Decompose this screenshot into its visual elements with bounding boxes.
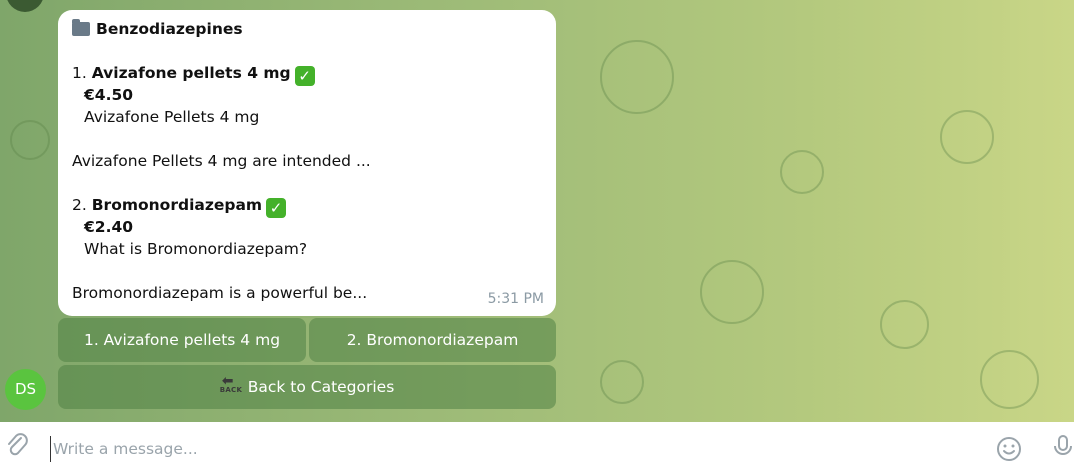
message-bubble[interactable]: Benzodiazepines 1. Avizafone pellets 4 m…: [58, 10, 556, 316]
check-mark-icon: ✓: [266, 198, 287, 218]
item-title-line: 1. Avizafone pellets 4 mg ✓: [72, 62, 542, 86]
keyboard-button-label: 2. Bromonordiazepam: [346, 331, 519, 349]
item-number: 2.: [72, 196, 87, 214]
item-subtitle: Avizafone Pellets 4 mg: [84, 108, 260, 126]
check-mark-icon: ✓: [294, 66, 315, 86]
chat-area[interactable]: Benzodiazepines 1. Avizafone pellets 4 m…: [0, 0, 1074, 422]
background-doodle: [10, 120, 50, 160]
item-price: €4.50: [84, 86, 134, 104]
item-name: Avizafone pellets 4 mg: [91, 64, 291, 82]
back-arrow-icon: ⬅ BACK: [219, 373, 243, 394]
message-composer: [0, 422, 1074, 462]
background-doodle: [700, 260, 764, 324]
back-to-categories-button[interactable]: ⬅ BACK Back to Categories: [58, 365, 556, 409]
back-button-label: Back to Categories: [247, 378, 395, 396]
keyboard-button-avizafone[interactable]: 1. Avizafone pellets 4 mg: [58, 318, 306, 362]
message-input[interactable]: [50, 436, 953, 462]
item-description: Avizafone Pellets 4 mg are intended ...: [72, 152, 371, 170]
paperclip-icon[interactable]: [6, 432, 28, 458]
keyboard-button-label: 1. Avizafone pellets 4 mg: [83, 331, 281, 349]
background-doodle: [600, 40, 674, 114]
folder-icon: [72, 19, 90, 36]
background-doodle: [600, 360, 644, 404]
background-doodle: [980, 350, 1039, 409]
item-name: Bromonordiazepam: [91, 196, 263, 214]
background-doodle: [880, 300, 929, 349]
category-heading: Benzodiazepines: [72, 18, 542, 40]
background-doodle: [940, 110, 994, 164]
category-title: Benzodiazepines: [96, 20, 243, 38]
microphone-icon[interactable]: [1052, 434, 1074, 462]
keyboard-button-bromonordiazepam[interactable]: 2. Bromonordiazepam: [309, 318, 556, 362]
user-avatar[interactable]: DS: [5, 369, 46, 410]
sender-avatar[interactable]: [6, 0, 44, 12]
item-subtitle: What is Bromonordiazepam?: [84, 240, 308, 258]
back-icon-text: BACK: [219, 386, 243, 394]
item-title-line: 2. Bromonordiazepam ✓: [72, 194, 542, 218]
smiley-icon[interactable]: [996, 436, 1022, 462]
item-description: Bromonordiazepam is a powerful be...: [72, 284, 368, 302]
item-number: 1.: [72, 64, 87, 82]
message-time: 5:31 PM: [487, 291, 544, 307]
background-doodle: [780, 150, 824, 194]
item-price: €2.40: [84, 218, 134, 236]
